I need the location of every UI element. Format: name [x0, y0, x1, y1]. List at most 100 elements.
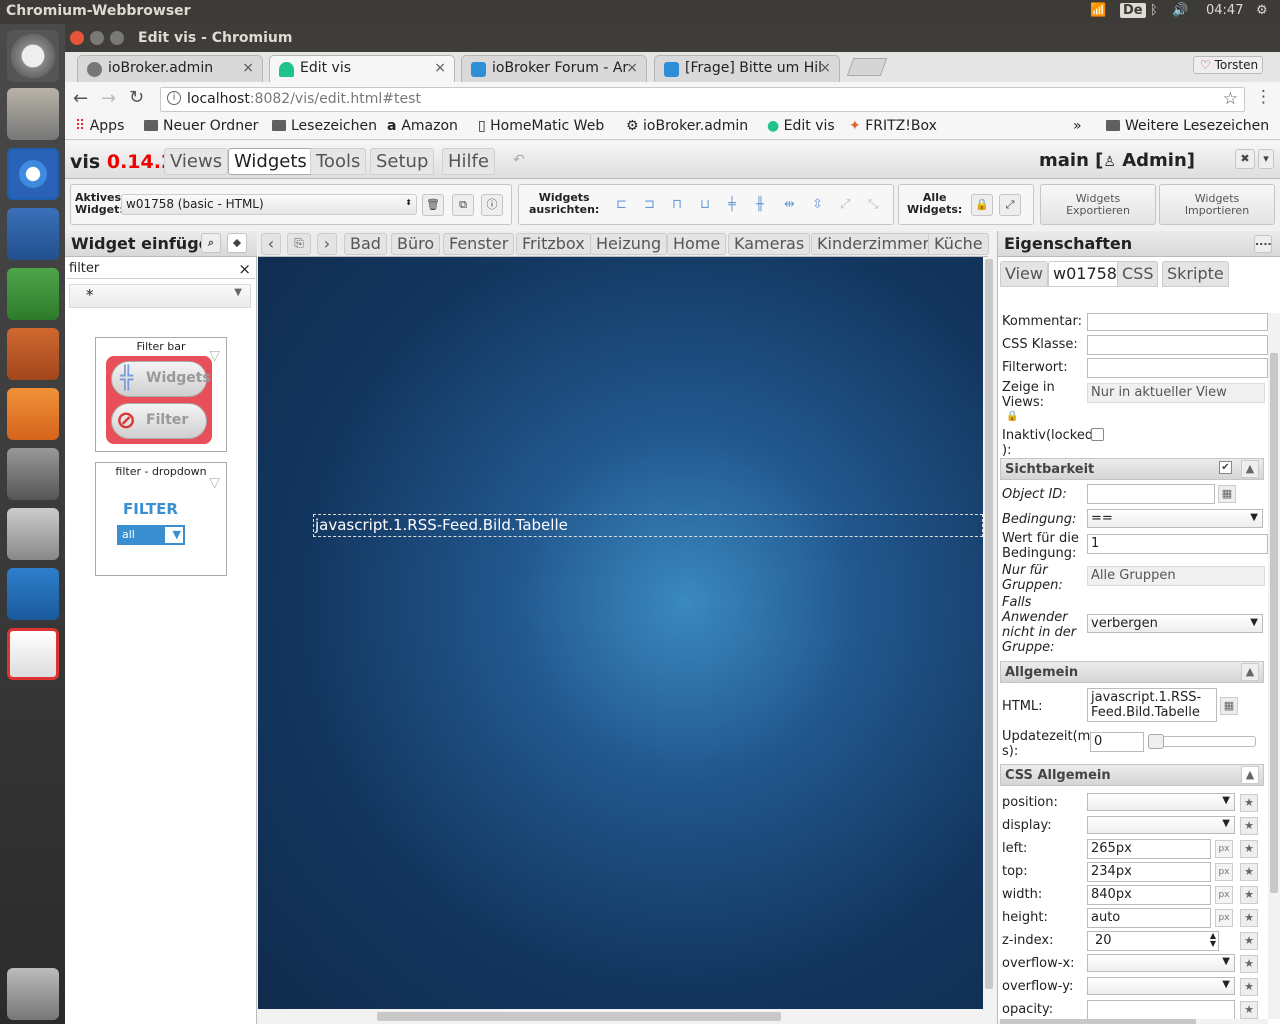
close-window-icon[interactable] [70, 31, 84, 45]
object-id-picker-icon[interactable]: ▦ [1218, 485, 1236, 503]
menu-hilfe[interactable]: Hilfe [442, 148, 495, 175]
align-hcenter-icon[interactable]: ╫ [756, 197, 764, 212]
info-widget-icon[interactable]: ⓘ [481, 194, 503, 216]
view-tab-kameras[interactable]: Kameras [728, 233, 811, 255]
calc-icon[interactable] [7, 268, 59, 320]
file-manager-icon[interactable] [7, 88, 59, 140]
distribute-h-icon[interactable]: ⇹ [784, 197, 795, 212]
section-allgemein[interactable]: Allgemein ▲ [1000, 661, 1264, 683]
star-icon[interactable]: ★ [1240, 955, 1258, 973]
tab-edit-vis[interactable]: Edit vis × [269, 55, 455, 82]
star-icon[interactable]: ★ [1240, 863, 1258, 881]
star-icon[interactable]: ★ [1240, 886, 1258, 904]
reload-icon[interactable]: ↻ [129, 87, 144, 108]
bookmark-lesezeichen[interactable]: Lesezeichen [272, 118, 377, 134]
copy-widget-icon[interactable]: ⧉ [452, 194, 474, 216]
star-icon[interactable]: ★ [1240, 794, 1258, 812]
view-tab-buero[interactable]: Büro [391, 233, 441, 255]
star-icon[interactable]: ★ [1240, 932, 1258, 950]
updatezeit-input[interactable]: 0 [1090, 732, 1144, 752]
view-canvas[interactable]: javascript.1.RSS-Feed.Bild.Tabelle [258, 257, 983, 1009]
css-prop-input[interactable]: 234px [1087, 862, 1211, 882]
view-tab-fritzbox[interactable]: Fritzbox [516, 233, 591, 255]
section-sichtbarkeit[interactable]: Sichtbarkeit ✔ ▲ [1000, 458, 1264, 480]
bookmark-amazon[interactable]: a Amazon [387, 118, 458, 134]
wifi-icon[interactable]: 📶 [1090, 3, 1106, 18]
object-id-input[interactable] [1087, 484, 1215, 504]
css-prop-select[interactable]: ▼ [1087, 954, 1235, 972]
panel-menu-button[interactable]: .... [1254, 235, 1272, 253]
css-prop-input[interactable]: 265px [1087, 839, 1211, 859]
sichtbarkeit-checkbox[interactable]: ✔ [1219, 461, 1232, 474]
close-menu-button[interactable]: ✖ [1235, 149, 1255, 169]
widgets-import-button[interactable]: Widgets Importieren [1159, 184, 1275, 225]
tab-iobroker-admin[interactable]: ioBroker.admin × [77, 55, 263, 82]
widget-card-filter-dropdown[interactable]: filter - dropdown ▽ FILTER all ▼ [95, 462, 227, 576]
falls-select[interactable]: verbergen ▼ [1087, 614, 1263, 633]
view-tab-kinderzimmer[interactable]: Kinderzimmer [811, 233, 936, 255]
keyboard-layout-indicator[interactable]: De [1120, 3, 1146, 18]
gruppen-select[interactable]: Alle Gruppen [1087, 566, 1265, 586]
software-center-icon[interactable] [7, 388, 59, 440]
same-height-icon[interactable]: ⤡ [868, 197, 878, 212]
bluetooth-icon[interactable]: ᛒ [1150, 3, 1158, 18]
close-tab-icon[interactable]: × [242, 60, 254, 76]
updatezeit-slider[interactable] [1148, 734, 1256, 749]
distribute-v-icon[interactable]: ⇳ [812, 197, 823, 212]
star-icon[interactable]: ★ [1240, 817, 1258, 835]
close-tab-icon[interactable]: × [626, 60, 638, 76]
css-prop-input[interactable] [1087, 1000, 1235, 1019]
properties-scrollbar[interactable] [1268, 313, 1280, 1019]
forward-icon[interactable]: → [101, 88, 116, 109]
px-unit-button[interactable]: px [1215, 886, 1233, 904]
widget-filter-input[interactable]: filter × [67, 259, 255, 279]
bedingung-select[interactable]: == ▼ [1087, 509, 1263, 528]
px-unit-button[interactable]: px [1215, 909, 1233, 927]
collapse-icon[interactable]: ▲ [1241, 766, 1259, 784]
view-tab-bad[interactable]: Bad [344, 233, 387, 255]
widget-card-filter-bar[interactable]: Filter bar ▽ ╬ Widgets ⊘ Filter [95, 337, 227, 452]
views-copy-button[interactable]: ⎘ [287, 233, 311, 255]
undo-icon[interactable]: ↶ [513, 152, 525, 168]
menu-views[interactable]: Views [164, 148, 229, 175]
scroll-thumb[interactable] [1000, 1019, 1196, 1024]
bookmark-homematic[interactable]: ▯ HomeMatic Web [478, 118, 610, 134]
css-prop-input[interactable]: auto [1087, 908, 1211, 928]
widgets-export-button[interactable]: Widgets Exportieren [1040, 184, 1156, 225]
tab-frage[interactable]: [Frage] Bitte um Hil × [654, 55, 840, 82]
star-icon[interactable]: ★ [1240, 909, 1258, 927]
delete-widget-icon[interactable]: 🗑 [422, 194, 444, 216]
align-right-icon[interactable]: ⊐ [644, 197, 655, 212]
volume-icon[interactable]: 🔊 [1172, 3, 1188, 18]
selected-html-widget[interactable]: javascript.1.RSS-Feed.Bild.Tabelle [313, 514, 983, 537]
px-unit-button[interactable]: px [1215, 840, 1233, 858]
menu-setup[interactable]: Setup [370, 148, 435, 175]
info-icon[interactable]: i [167, 91, 181, 105]
tag-icon[interactable]: ⬥ [227, 233, 247, 253]
text-editor-icon[interactable] [7, 508, 59, 560]
prop-tab-skripte[interactable]: Skripte [1162, 261, 1229, 287]
kommentar-input[interactable] [1087, 313, 1268, 331]
impress-icon[interactable] [7, 328, 59, 380]
views-next-button[interactable]: › [317, 233, 337, 255]
widget-set-select[interactable]: * ▼ [69, 284, 251, 308]
bookmark-fritzbox[interactable]: ✦ FRITZ!Box [849, 118, 937, 134]
properties-h-scrollbar[interactable] [998, 1019, 1268, 1024]
scroll-thumb[interactable] [985, 259, 993, 989]
profile-button[interactable]: ♡ Torsten [1193, 56, 1264, 74]
px-unit-button[interactable]: px [1215, 863, 1233, 881]
settings-gear-icon[interactable]: ⚙ [1256, 3, 1268, 18]
lock-all-icon[interactable]: 🔒 [971, 194, 993, 216]
align-vcenter-icon[interactable]: ╪ [728, 197, 736, 212]
system-settings-icon[interactable] [7, 448, 59, 500]
filterwort-input[interactable] [1087, 358, 1268, 378]
gmail-icon[interactable] [7, 628, 59, 680]
scroll-thumb[interactable] [1270, 353, 1278, 893]
css-prop-input[interactable]: 20 ▲ ▼ [1087, 931, 1219, 951]
clear-filter-icon[interactable]: × [238, 260, 251, 278]
menu-dropdown-button[interactable]: ▾ [1258, 149, 1274, 169]
system-monitor-icon[interactable] [7, 568, 59, 620]
maximize-window-icon[interactable] [110, 31, 124, 45]
inaktiv-checkbox[interactable] [1091, 428, 1104, 441]
css-prop-select[interactable]: ▼ [1087, 977, 1235, 995]
